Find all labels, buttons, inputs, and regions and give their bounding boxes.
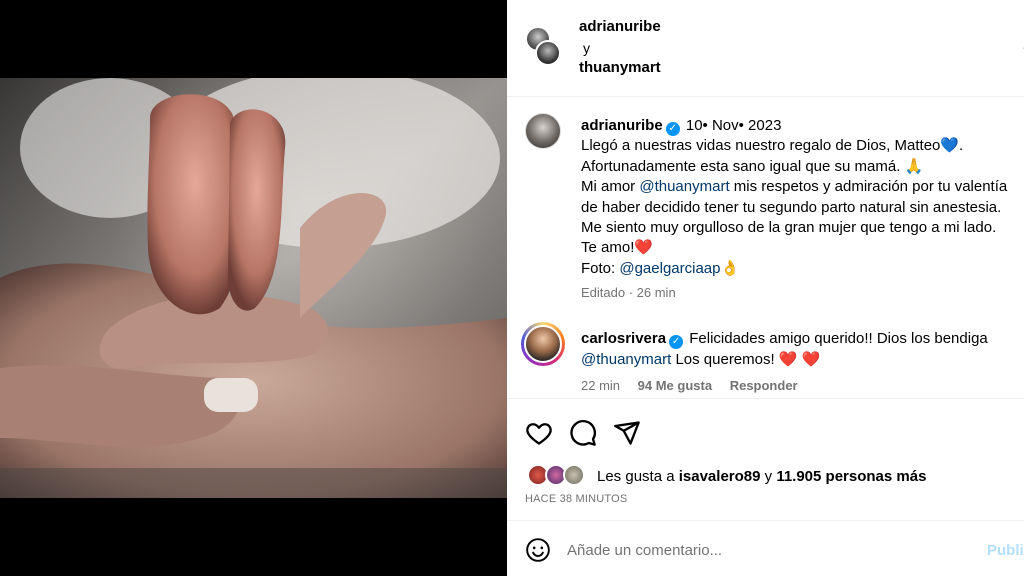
likes-user-link[interactable]: isavalero89 — [679, 468, 761, 485]
post-side-panel: adrianuribe y thuanymart • adrianuribe✓ … — [507, 0, 1024, 576]
caption-text: Foto: — [581, 259, 616, 277]
reply-button[interactable]: Responder — [730, 378, 798, 393]
comment-body: carlosrivera ✓ Felicidades amigo querido!… — [581, 329, 1021, 370]
likes-connector: y — [764, 468, 773, 485]
likes-prefix: Les gusta a — [597, 468, 675, 485]
post-timestamp[interactable]: HACE 38 MINUTOS — [525, 493, 627, 505]
avatar — [535, 40, 561, 66]
publish-button[interactable]: Publi — [987, 542, 1024, 559]
comment-time: 22 min — [581, 378, 621, 393]
avatar — [563, 464, 585, 486]
comment-input[interactable] — [567, 535, 967, 565]
collab-username[interactable]: thuanymart — [579, 59, 661, 76]
caption-text: mis respetos y admiración por tu valentí… — [733, 178, 1008, 196]
story-ring-avatar[interactable] — [521, 322, 565, 366]
verified-badge-icon: ✓ — [665, 122, 680, 136]
avatar — [524, 325, 562, 363]
comment-username[interactable]: carlosrivera — [581, 330, 666, 347]
caption-line: Me siento muy orgulloso de la gran mujer… — [581, 219, 997, 237]
post-header: adrianuribe y thuanymart • — [507, 0, 1024, 97]
send-icon[interactable] — [613, 419, 641, 447]
likes-count-link[interactable]: 11.905 personas más — [776, 468, 926, 485]
comment-icon[interactable] — [569, 419, 597, 447]
action-bar — [507, 398, 1024, 464]
caption-text: Mi amor — [581, 178, 636, 196]
caption-line: Afortunadamente esta sano igual que su m… — [581, 157, 924, 175]
heart-icon[interactable] — [525, 419, 553, 447]
edited-time: 26 min — [636, 285, 676, 301]
comment-likes[interactable]: 94 Me gusta — [638, 378, 712, 393]
post-media — [0, 0, 507, 576]
emoji-icon[interactable] — [525, 537, 551, 563]
post-photo[interactable] — [0, 78, 507, 498]
verified-badge-icon: ✓ — [669, 335, 684, 349]
collab-avatars[interactable] — [525, 26, 561, 70]
caption-line: Llegó a nuestras vidas nuestro regalo de… — [581, 137, 964, 155]
edited-label: Editado — [581, 285, 626, 301]
caption-username[interactable]: adrianuribe — [581, 117, 663, 134]
mention-link[interactable]: @thuanymart — [639, 178, 729, 195]
mention-link[interactable]: @gaelgarciaap👌 — [619, 260, 739, 277]
author-username[interactable]: adrianuribe — [579, 18, 661, 35]
caption-body: adrianuribe ✓ 10• Nov• 2023 Llegó a nuest… — [581, 116, 1024, 304]
caption-line: Te amo!❤️ — [581, 239, 654, 257]
add-comment-bar: Publi — [507, 520, 1024, 576]
comment-text: Felicidades amigo querido!! Dios los ben… — [689, 330, 988, 347]
comment-text: Los queremos! ❤️ ❤️ — [675, 350, 821, 368]
collab-connector: y — [583, 40, 590, 56]
caption-line: de haber decidido tener tu segundo parto… — [581, 198, 1002, 216]
caption-date: 10• Nov• 2023 — [685, 117, 782, 134]
mention-link[interactable]: @thuanymart — [581, 351, 671, 368]
avatar[interactable] — [525, 113, 561, 149]
